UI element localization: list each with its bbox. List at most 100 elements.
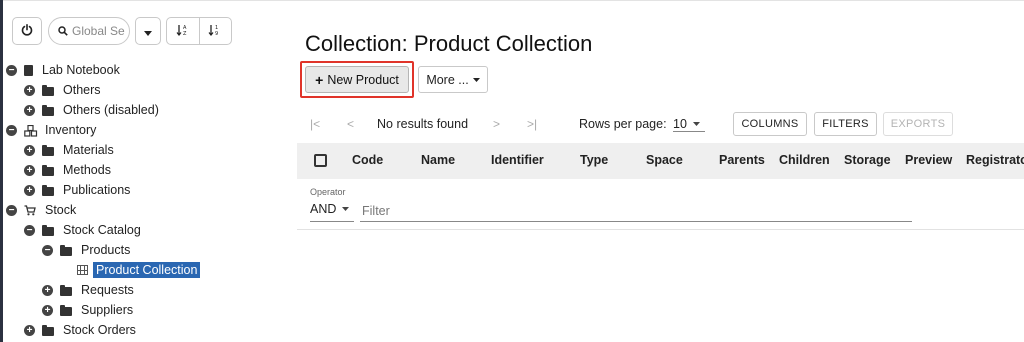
column-header-registrator[interactable]: Registrator: [966, 153, 1024, 167]
expand-icon[interactable]: +: [24, 164, 35, 176]
folder-icon: [42, 84, 54, 96]
sort-numeric-button[interactable]: 19: [198, 18, 232, 44]
expand-icon[interactable]: +: [24, 184, 35, 196]
global-search-input[interactable]: Global Se: [48, 17, 130, 45]
filters-button[interactable]: FILTERS: [814, 112, 877, 136]
expand-icon[interactable]: +: [24, 104, 35, 116]
tree-item-label: Stock: [45, 203, 77, 217]
column-header-type[interactable]: Type: [580, 153, 608, 167]
columns-button[interactable]: COLUMNS: [733, 112, 807, 136]
column-header-name[interactable]: Name: [421, 153, 455, 167]
rows-per-page-label: Rows per page:: [579, 117, 667, 131]
folder-open-icon: [42, 224, 54, 236]
tree-item-label: Lab Notebook: [42, 63, 120, 77]
caret-down-icon: [472, 77, 480, 82]
more-label: More ...: [426, 72, 469, 87]
column-header-children[interactable]: Children: [779, 153, 830, 167]
folder-open-icon: [60, 244, 72, 256]
cubes-icon: [24, 124, 38, 137]
tree-item-label: Publications: [63, 183, 131, 197]
tree-item-label: Inventory: [45, 123, 97, 137]
logout-button[interactable]: [12, 17, 42, 45]
operator-underline: [310, 221, 354, 222]
rows-per-page-select[interactable]: 10: [673, 112, 705, 136]
tree-item-label: Requests: [81, 283, 134, 297]
tree-item-suppliers[interactable]: + Suppliers: [42, 300, 133, 320]
svg-text:9: 9: [215, 31, 218, 36]
tree-item-lab-notebook[interactable]: − Lab Notebook: [6, 60, 120, 80]
column-header-space[interactable]: Space: [646, 153, 683, 167]
last-page-icon: >|: [527, 117, 538, 131]
prev-page-button[interactable]: <: [347, 112, 354, 136]
tree-item-inventory[interactable]: − Inventory: [6, 120, 96, 140]
folder-icon: [42, 164, 54, 176]
filter-input[interactable]: Filter: [362, 204, 390, 218]
column-header-parents[interactable]: Parents: [719, 153, 765, 167]
tree-item-stock-catalog[interactable]: − Stock Catalog: [24, 220, 141, 240]
filter-underline: [360, 221, 912, 222]
search-icon: [58, 26, 68, 36]
tree-item-label: Stock Catalog: [63, 223, 141, 237]
folder-icon: [42, 144, 54, 156]
tree-item-label: Suppliers: [81, 303, 134, 317]
book-icon: [24, 64, 33, 76]
page-title: Collection: Product Collection: [305, 31, 593, 56]
column-header-storage[interactable]: Storage: [844, 153, 891, 167]
tree-item-others-disabled[interactable]: + Others (disabled): [24, 100, 159, 120]
caret-down-icon: [692, 122, 700, 126]
tree-item-publications[interactable]: + Publications: [24, 180, 130, 200]
highlight-box: [300, 61, 414, 98]
rows-per-page-value: 10: [673, 117, 705, 132]
column-header-code[interactable]: Code: [352, 153, 383, 167]
operator-value: AND: [310, 202, 337, 216]
search-scope-dropdown[interactable]: [135, 17, 161, 45]
select-all-checkbox[interactable]: [314, 154, 327, 167]
power-icon: [21, 23, 33, 39]
tree-item-label: Others (disabled): [63, 103, 159, 117]
more-button[interactable]: More ...: [418, 66, 488, 93]
tree-item-label: Stock Orders: [63, 323, 136, 337]
tree-item-others[interactable]: + Others: [24, 80, 101, 100]
tree-item-products[interactable]: − Products: [42, 240, 130, 260]
sort-alpha-button[interactable]: AZ: [167, 18, 199, 44]
tree-item-methods[interactable]: + Methods: [24, 160, 111, 180]
tree-item-label: Product Collection: [93, 262, 201, 278]
collapse-icon[interactable]: −: [6, 64, 17, 76]
folder-icon: [42, 324, 54, 336]
collapse-icon[interactable]: −: [24, 224, 35, 236]
operator-select[interactable]: AND: [310, 202, 350, 216]
collapse-icon[interactable]: −: [6, 204, 17, 216]
expand-icon[interactable]: +: [24, 144, 35, 156]
table-icon: [77, 265, 88, 275]
expand-icon[interactable]: +: [24, 324, 35, 336]
tree-item-label: Materials: [63, 143, 114, 157]
collapse-icon[interactable]: −: [42, 244, 53, 256]
tree-item-stock-orders[interactable]: + Stock Orders: [24, 320, 136, 340]
tree-item-stock[interactable]: − Stock: [6, 200, 76, 220]
expand-icon[interactable]: +: [42, 284, 53, 296]
tree-item-product-collection[interactable]: Product Collection: [77, 260, 201, 280]
exports-button[interactable]: EXPORTS: [883, 112, 953, 136]
first-page-button[interactable]: |<: [310, 112, 320, 136]
column-header-preview[interactable]: Preview: [905, 153, 952, 167]
collapse-icon[interactable]: −: [6, 124, 17, 136]
prev-page-icon: <: [347, 117, 355, 131]
tree-item-requests[interactable]: + Requests: [42, 280, 134, 300]
results-status: No results found: [377, 117, 469, 131]
search-placeholder: Global Se: [72, 24, 125, 38]
window-edge: [0, 0, 3, 342]
next-page-button[interactable]: >: [493, 112, 500, 136]
cart-icon: [24, 204, 36, 216]
folder-icon: [60, 284, 72, 296]
expand-icon[interactable]: +: [42, 304, 53, 316]
last-page-button[interactable]: >|: [527, 112, 537, 136]
tree-item-materials[interactable]: + Materials: [24, 140, 114, 160]
caret-down-icon: [144, 24, 152, 39]
svg-text:Z: Z: [183, 31, 187, 36]
folder-icon: [42, 184, 54, 196]
column-header-identifier[interactable]: Identifier: [491, 153, 544, 167]
expand-icon[interactable]: +: [24, 84, 35, 96]
first-page-icon: |<: [310, 117, 321, 131]
caret-down-icon: [342, 207, 350, 211]
folder-icon: [42, 104, 54, 116]
